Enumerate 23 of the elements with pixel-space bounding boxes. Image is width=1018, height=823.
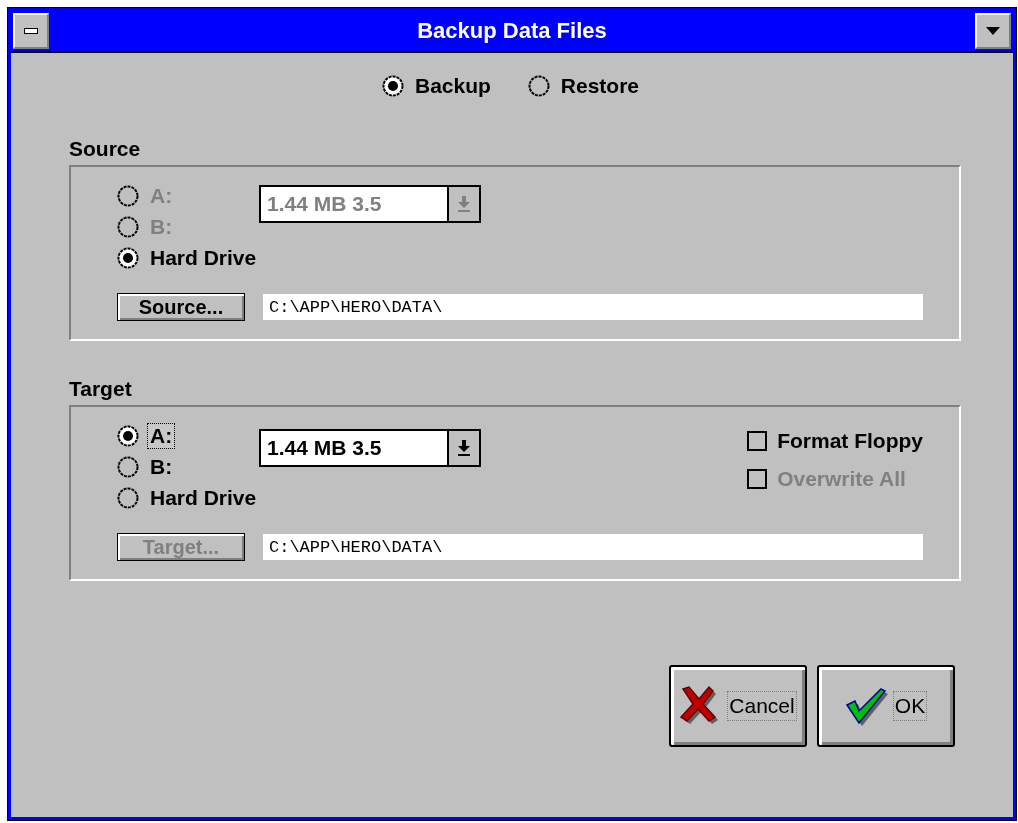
minus-icon — [24, 28, 38, 34]
radio-button[interactable]: Hard Drive — [117, 485, 260, 511]
radio-button[interactable]: Backup — [381, 73, 494, 99]
path-field[interactable]: C:\APP\HERO\DATA\ — [263, 534, 923, 560]
down-arrow-icon — [458, 196, 470, 212]
checkbox[interactable]: Format Floppy — [747, 429, 923, 453]
system-menu-button[interactable] — [13, 13, 49, 49]
group-label: Target — [69, 377, 133, 401]
ok-button[interactable]: OK — [817, 665, 955, 747]
checkmark-icon — [844, 685, 889, 727]
dropdown[interactable]: 1.44 MB 3.5 — [259, 429, 481, 467]
window-title: Backup Data Files — [416, 18, 608, 44]
group-label: Source — [69, 137, 142, 161]
browse-button[interactable]: Source... — [117, 293, 245, 321]
radio-button[interactable]: Restore — [527, 73, 643, 99]
path-field[interactable]: C:\APP\HERO\DATA\ — [263, 294, 923, 320]
radio-button[interactable]: Hard Drive — [117, 245, 260, 271]
radio-button[interactable]: A: — [117, 423, 176, 449]
down-arrow-icon — [458, 440, 470, 456]
down-triangle-icon — [986, 27, 1000, 35]
minimize-button[interactable] — [975, 13, 1011, 49]
cancel-button[interactable]: Cancel — [669, 665, 807, 747]
radio-button[interactable]: B: — [117, 454, 176, 480]
